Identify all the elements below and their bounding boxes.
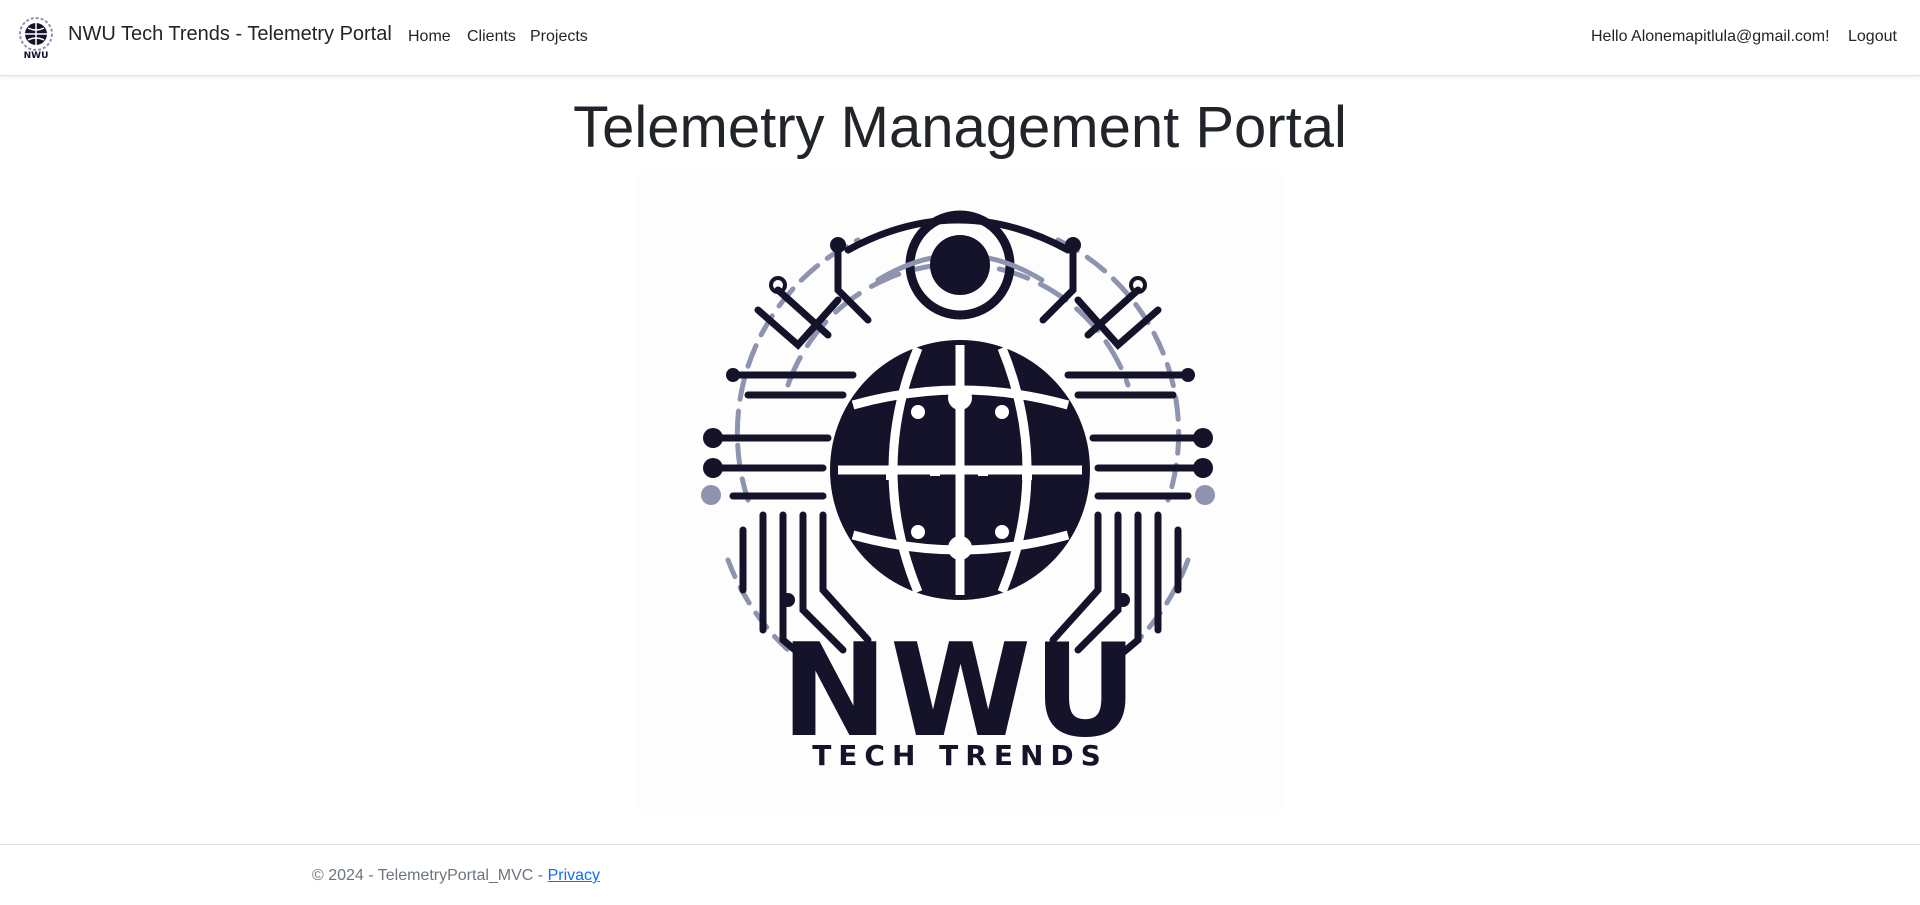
privacy-link[interactable]: Privacy: [548, 867, 600, 884]
brand-title[interactable]: NWU Tech Trends - Telemetry Portal: [68, 23, 392, 46]
brand-logo-icon[interactable]: NWU: [16, 16, 56, 61]
footer-text: © 2024 - TelemetryPortal_MVC - Privacy: [312, 867, 600, 885]
nwu-tech-trends-logo: NWU TECH TRENDS: [638, 170, 1282, 814]
page-title: Telemetry Management Portal: [573, 95, 1347, 160]
nav-projects-link[interactable]: Projects: [530, 28, 588, 46]
footer: © 2024 - TelemetryPortal_MVC - Privacy: [0, 844, 1920, 905]
nav-clients-link[interactable]: Clients: [467, 28, 516, 46]
footer-copyright: © 2024 - TelemetryPortal_MVC -: [312, 867, 548, 884]
top-navbar: NWU NWU Tech Trends - Telemetry Portal H…: [0, 0, 1920, 76]
logout-button[interactable]: Logout: [1848, 28, 1897, 46]
logo-tagline: TECH TRENDS: [812, 739, 1108, 772]
nav-home-link[interactable]: Home: [408, 28, 451, 46]
user-greeting-link[interactable]: Hello Alonemapitlula@gmail.com!: [1591, 28, 1830, 46]
svg-text:NWU: NWU: [24, 51, 49, 60]
